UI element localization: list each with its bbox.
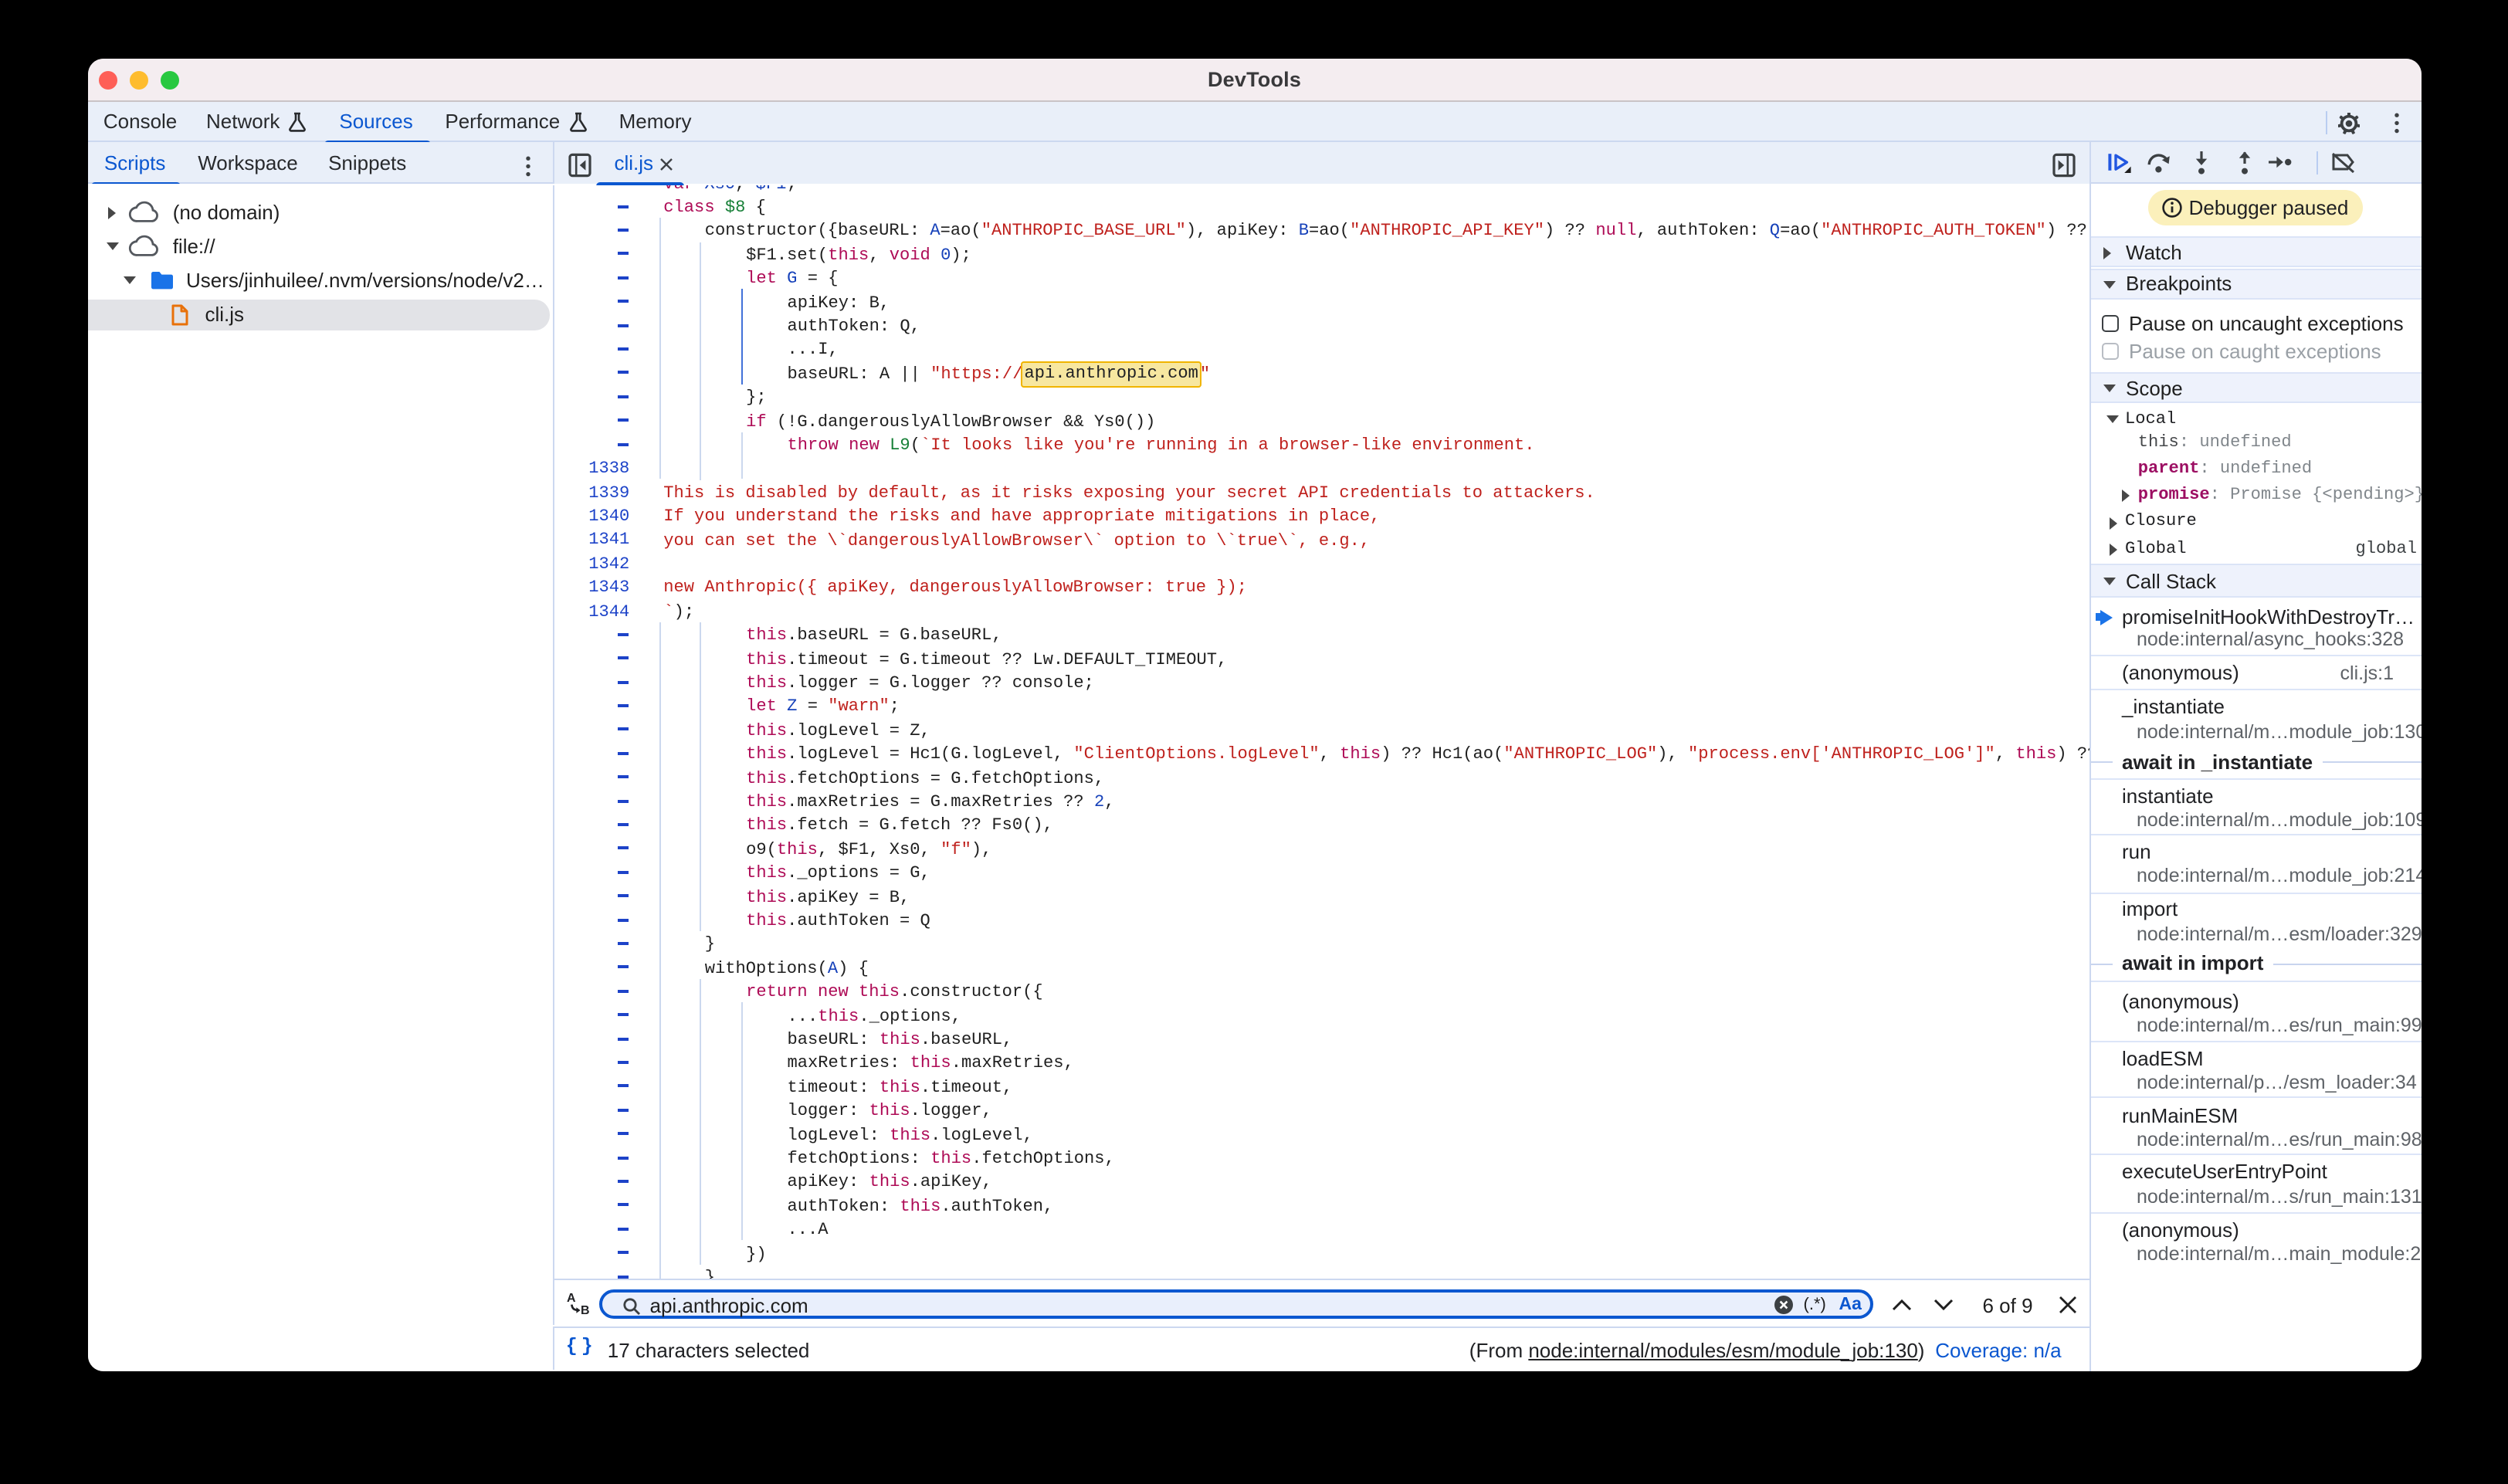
svg-text:B: B — [581, 1305, 590, 1316]
svg-text:A: A — [567, 1293, 576, 1306]
